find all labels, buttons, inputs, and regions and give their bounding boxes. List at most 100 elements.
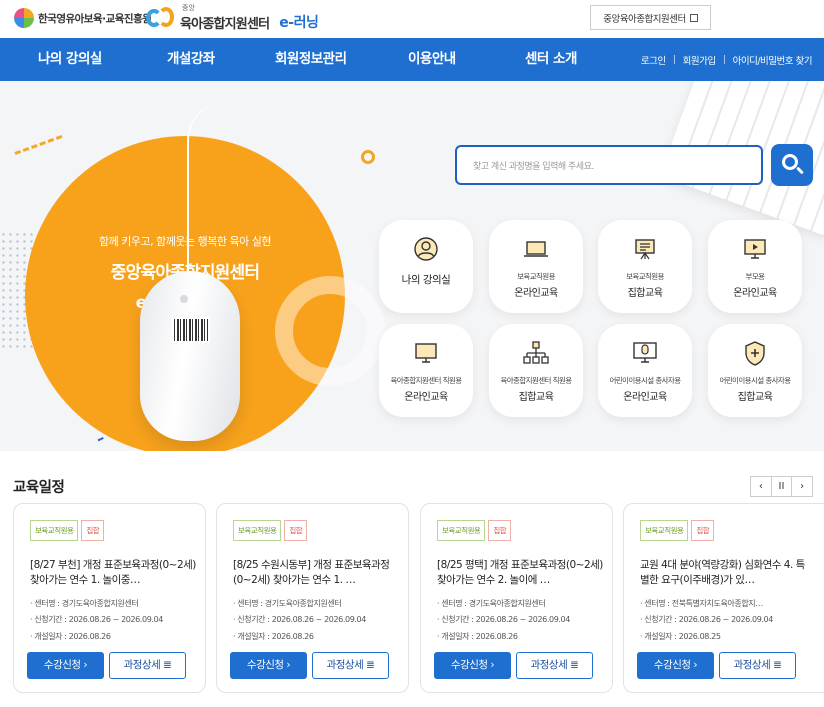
apply-button-label: 수강신청 (246, 659, 284, 671)
quick-label: 집합교육 (737, 392, 773, 403)
apply-button[interactable]: 수강신청 › (637, 652, 714, 679)
monitor-mic-icon (633, 342, 657, 363)
apply-button[interactable]: 수강신청 › (27, 652, 104, 679)
search-button[interactable] (771, 144, 813, 186)
nav-my-classroom[interactable]: 나의 강의실 (38, 38, 102, 81)
quick-label: 집합교육 (627, 288, 663, 299)
course-title[interactable]: [8/25 수원시동부] 개정 표준보육과정(0~2세) 찾아가는 연수 1. … (233, 558, 399, 588)
quick-facility-offline[interactable]: 어린이이용시설 종사자용 집합교육 (708, 324, 802, 417)
course-period: · 신청기간 : 2026.08.26 ~ 2026.09.04 (437, 615, 570, 624)
schedule-title: 교육일정 (13, 480, 65, 496)
nav-member-info[interactable]: 회원정보관리 (275, 38, 347, 81)
quick-audience: 어린이이용시설 종사자용 (609, 376, 681, 385)
nav-center-intro[interactable]: 센터 소개 (525, 38, 577, 81)
center-logo-icon (146, 7, 176, 29)
apply-button[interactable]: 수강신청 › (434, 652, 511, 679)
top-bar: 한국영유아보육·교육진흥원 중앙 육아종합지원센터 e-러닝 중앙육아종합지원센… (0, 0, 824, 38)
quick-center-staff-online[interactable]: 육아종합지원센터 직원용 온라인교육 (379, 324, 473, 417)
login-link[interactable]: 로그인 (641, 53, 666, 67)
main-nav: 나의 강의실 개설강좌 회원정보관리 이용안내 센터 소개 로그인 회원가입 아… (0, 38, 824, 81)
hero-section: 함께 키우고, 함께웃는 행복한 육아 실현 중앙육아종합지원센터 e-러닝 사… (0, 81, 824, 451)
course-card[interactable]: 보육교직원용 집합 교원 4대 분야(역량강화) 심화연수 4. 특별한 요구(… (623, 503, 824, 693)
detail-button[interactable]: 과정상세 ≣ (516, 652, 593, 679)
quick-parent-online[interactable]: 부모용 온라인교육 (708, 220, 802, 313)
course-title[interactable]: [8/27 부천] 개정 표준보육과정(0~2세) 찾아가는 연수 1. 놀이중… (30, 558, 196, 588)
list-icon: ≣ (163, 659, 172, 671)
kcpi-logo-text: 한국영유아보육·교육진흥원 (38, 12, 152, 25)
mouse-wheel (180, 295, 188, 303)
center-logo[interactable]: 중앙 육아종합지원센터 e-러닝 (146, 4, 319, 32)
kcpi-logo[interactable]: 한국영유아보육·교육진흥원 (14, 8, 152, 28)
presentation-board-icon (635, 239, 655, 260)
search-placeholder: 찾고 계신 과정명을 입력해 주세요. (473, 162, 594, 172)
quick-audience: 육아종합지원센터 직원용 (500, 376, 572, 385)
quick-label: 집합교육 (518, 392, 554, 403)
nav-courses[interactable]: 개설강좌 (167, 38, 215, 81)
util-divider (673, 55, 675, 64)
chevron-right-icon: › (490, 659, 495, 671)
search-input[interactable]: 찾고 계신 과정명을 입력해 주세요. (455, 145, 763, 185)
chevron-right-icon: › (286, 659, 291, 671)
quick-audience: 보육교직원용 (517, 272, 555, 281)
course-open-date: · 개설일자 : 2026.08.26 (437, 632, 518, 641)
quick-teacher-offline[interactable]: 보육교직원용 집합교육 (598, 220, 692, 313)
course-title[interactable]: 교원 4대 분야(역량강화) 심화연수 4. 특별한 요구(이주배경)가 있… (640, 558, 806, 588)
audience-badge: 보육교직원용 (30, 520, 79, 541)
quick-label: 나의 강의실 (401, 274, 451, 286)
nav-guide[interactable]: 이용안내 (408, 38, 456, 81)
laptop-icon (524, 241, 548, 257)
chevron-right-icon: › (83, 659, 88, 671)
audience-badge: 보육교직원용 (640, 520, 689, 541)
util-divider (723, 55, 725, 64)
kcpi-logo-icon (14, 8, 34, 28)
course-center: · 센터명 : 경기도육아종합지원센터 (233, 599, 342, 608)
course-open-date: · 개설일자 : 2026.08.25 (640, 632, 721, 641)
course-card[interactable]: 보육교직원용 집합 [8/25 평택] 개정 표준보육과정(0~2세) 찾아가는… (420, 503, 613, 693)
signup-link[interactable]: 회원가입 (683, 53, 716, 67)
carousel-controls: ‹ II › (750, 476, 813, 497)
find-account-link[interactable]: 아이디/비밀번호 찾기 (733, 53, 813, 67)
quick-label: 온라인교육 (623, 392, 667, 403)
mouse-illustration (140, 271, 240, 441)
detail-button-label: 과정상세 (733, 659, 771, 671)
dash-decoration (14, 134, 68, 170)
quick-my-classroom[interactable]: 나의 강의실 (379, 220, 473, 313)
course-period: · 신청기간 : 2026.08.26 ~ 2026.09.04 (640, 615, 773, 624)
search-icon-handle (796, 166, 804, 175)
detail-button[interactable]: 과정상세 ≣ (312, 652, 389, 679)
external-center-link[interactable]: 중앙육아종합지원센터 (590, 5, 711, 30)
course-center: · 센터명 : 경기도육아종합지원센터 (437, 599, 546, 608)
list-icon: ≣ (773, 659, 782, 671)
barcode-icon (172, 317, 210, 343)
util-links: 로그인 회원가입 아이디/비밀번호 찾기 (641, 38, 813, 81)
detail-button-label: 과정상세 (530, 659, 568, 671)
external-center-link-label: 중앙육아종합지원센터 (603, 13, 686, 25)
carousel-prev-button[interactable]: ‹ (751, 477, 772, 496)
carousel-next-button[interactable]: › (792, 477, 812, 496)
apply-button-label: 수강신청 (653, 659, 691, 671)
user-circle-icon (414, 237, 438, 261)
org-chart-icon (523, 341, 549, 364)
ring-decoration (361, 150, 375, 164)
quick-audience: 육아종합지원센터 직원용 (390, 376, 462, 385)
quick-label: 온라인교육 (514, 288, 558, 299)
type-badge: 집합 (81, 520, 105, 541)
quick-facility-online[interactable]: 어린이이용시설 종사자용 온라인교육 (598, 324, 692, 417)
hero-tagline: 함께 키우고, 함께웃는 행복한 육아 실현 (99, 235, 271, 248)
quick-center-staff-offline[interactable]: 육아종합지원센터 직원용 집합교육 (489, 324, 583, 417)
center-logo-small: 중앙 (182, 4, 195, 12)
course-card[interactable]: 보육교직원용 집합 [8/25 수원시동부] 개정 표준보육과정(0~2세) 찾… (216, 503, 409, 693)
type-badge: 집합 (488, 520, 512, 541)
course-period: · 신청기간 : 2026.08.26 ~ 2026.09.04 (30, 615, 163, 624)
course-open-date: · 개설일자 : 2026.08.26 (30, 632, 111, 641)
course-period: · 신청기간 : 2026.08.26 ~ 2026.09.04 (233, 615, 366, 624)
course-card[interactable]: 보육교직원용 집합 [8/27 부천] 개정 표준보육과정(0~2세) 찾아가는… (13, 503, 206, 693)
course-title[interactable]: [8/25 평택] 개정 표준보육과정(0~2세) 찾아가는 연수 2. 놀이에… (437, 558, 603, 588)
carousel-pause-button[interactable]: II (772, 477, 793, 496)
course-open-date: · 개설일자 : 2026.08.26 (233, 632, 314, 641)
quick-teacher-online[interactable]: 보육교직원용 온라인교육 (489, 220, 583, 313)
apply-button[interactable]: 수강신청 › (230, 652, 307, 679)
detail-button[interactable]: 과정상세 ≣ (109, 652, 186, 679)
monitor-play-icon (744, 239, 766, 259)
detail-button[interactable]: 과정상세 ≣ (719, 652, 796, 679)
